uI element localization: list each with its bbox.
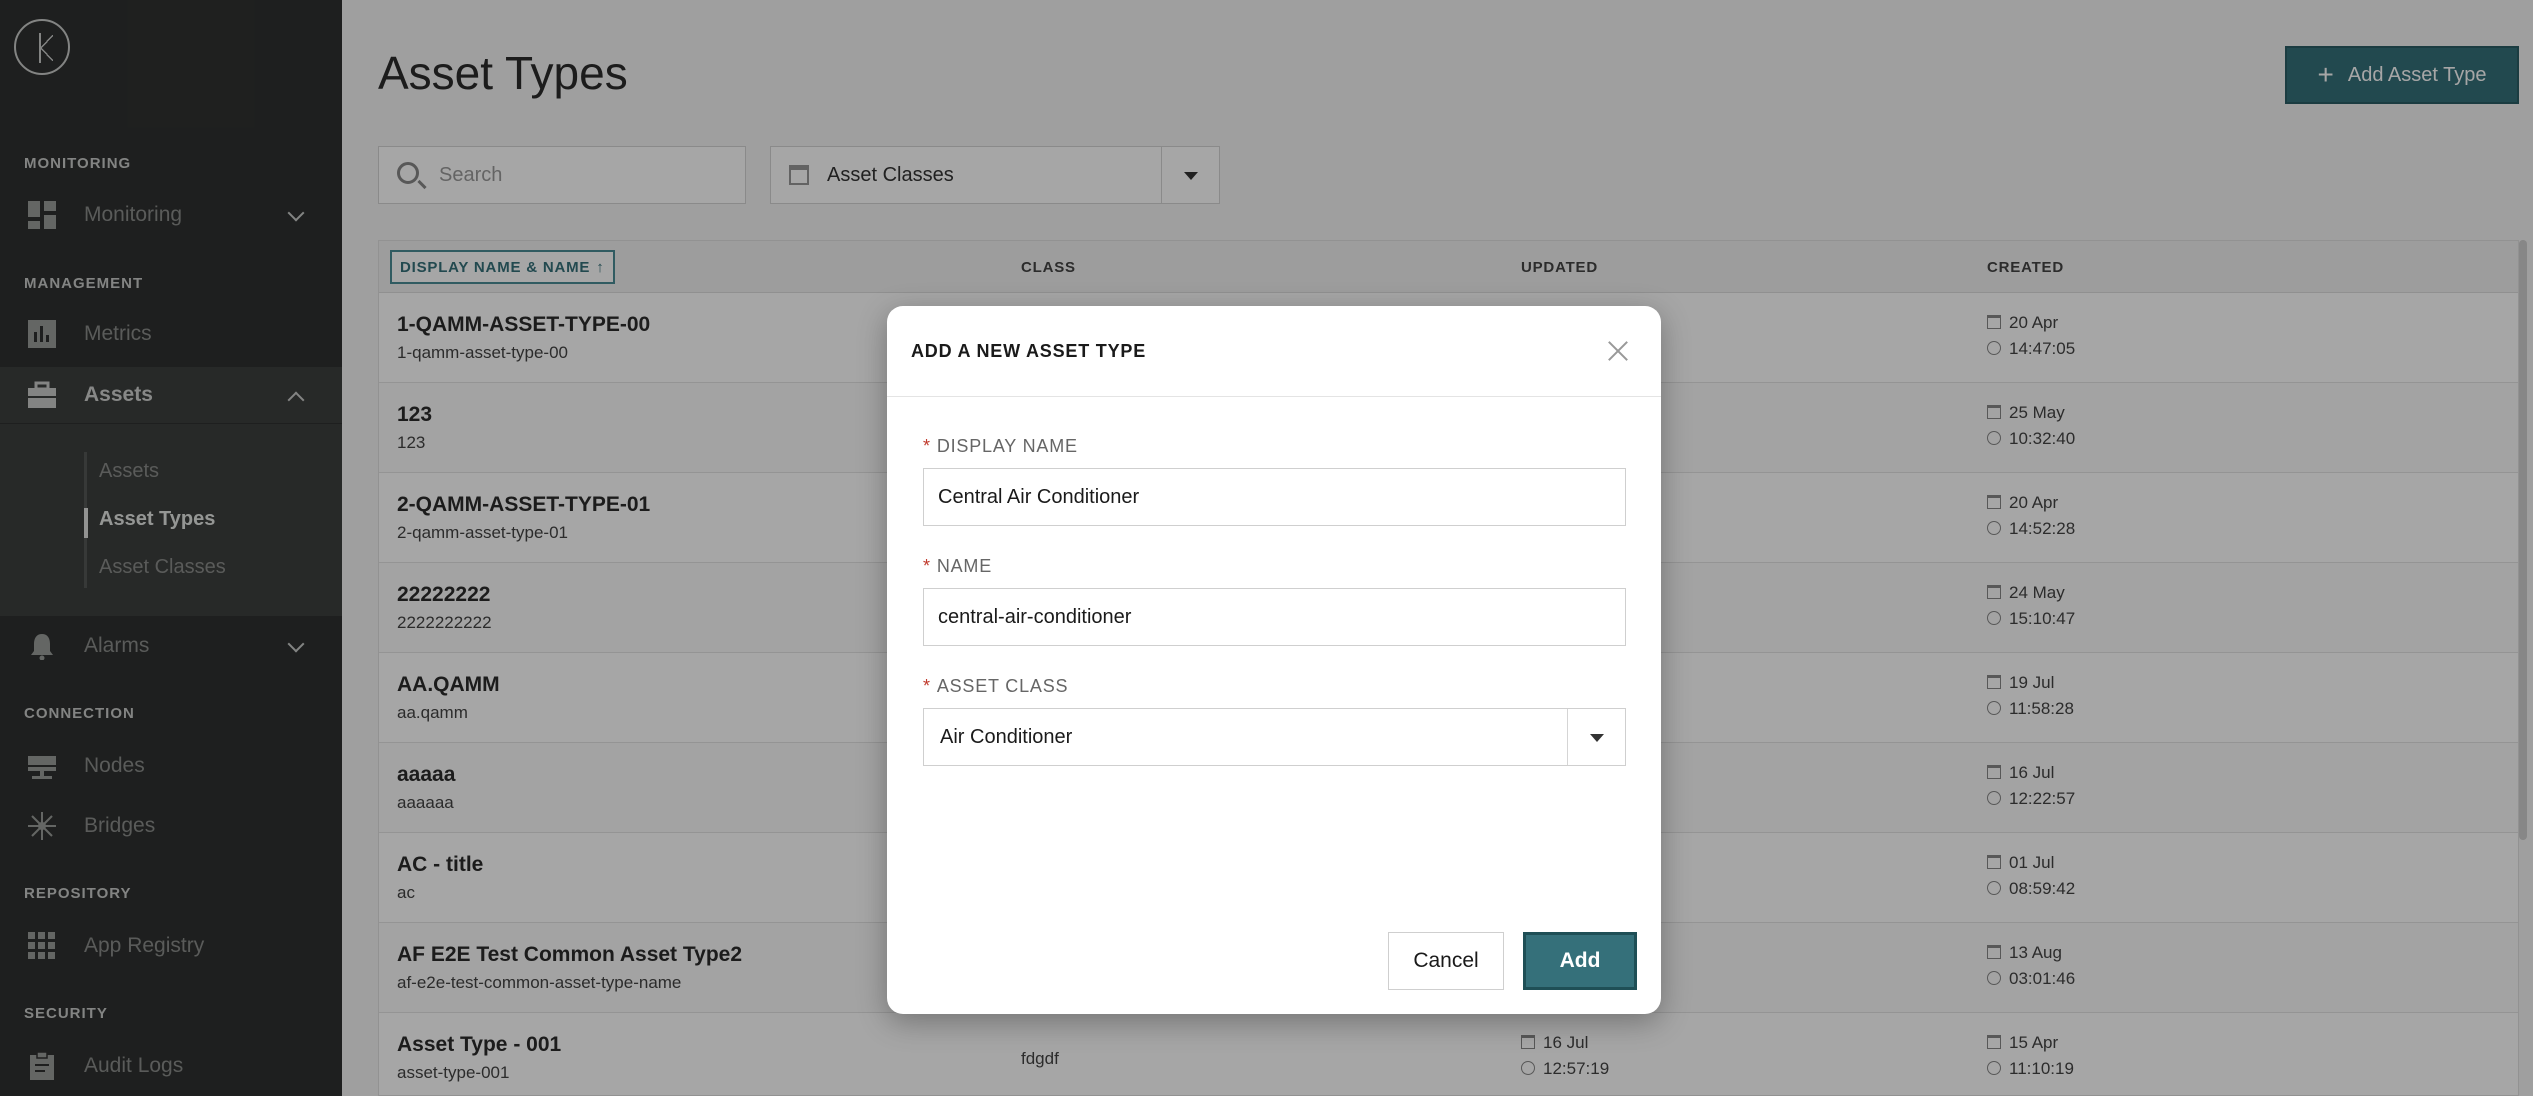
asset-class-dropdown-toggle[interactable] <box>1567 709 1625 765</box>
add-button[interactable]: Add <box>1523 932 1637 990</box>
required-marker: * <box>923 436 931 456</box>
caret-down-icon <box>1589 734 1604 742</box>
name-field[interactable] <box>923 588 1626 646</box>
add-asset-type-dialog: ADD A NEW ASSET TYPE *DISPLAY NAME *NAME… <box>887 306 1661 1014</box>
asset-class-label: * ASSET CLASS <box>923 676 1068 697</box>
asset-class-select[interactable]: Air Conditioner <box>923 708 1626 766</box>
required-marker: * <box>923 556 931 576</box>
name-input[interactable] <box>938 589 1608 645</box>
close-icon[interactable] <box>1607 340 1629 362</box>
asset-class-selected-value: Air Conditioner <box>940 726 1073 748</box>
dialog-title: ADD A NEW ASSET TYPE <box>911 341 1147 361</box>
display-name-label: * DISPLAY NAME <box>923 436 1078 457</box>
name-label-text: NAME <box>936 556 993 576</box>
display-name-field[interactable] <box>923 468 1626 526</box>
dialog-header: ADD A NEW ASSET TYPE <box>887 306 1661 397</box>
name-label: * NAME <box>923 556 992 577</box>
display-name-input[interactable] <box>938 469 1608 525</box>
cancel-button[interactable]: Cancel <box>1388 932 1504 990</box>
required-marker: * <box>923 676 931 696</box>
asset-class-label-text: ASSET CLASS <box>936 676 1069 696</box>
display-name-label-text: DISPLAY NAME <box>936 436 1078 456</box>
